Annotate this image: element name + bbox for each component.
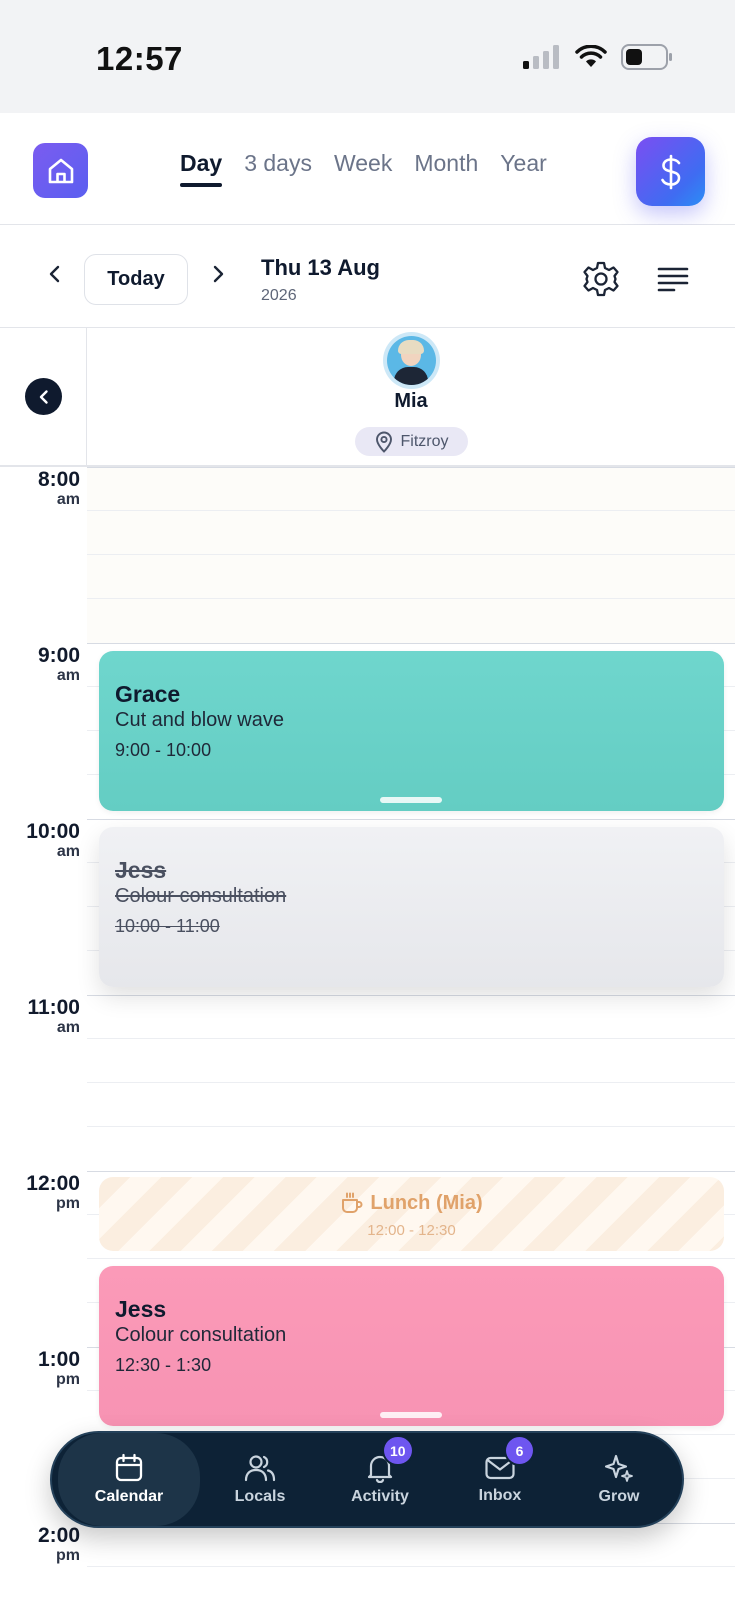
today-button[interactable]: Today <box>84 254 188 305</box>
time-label-8am: 8:00 am <box>37 468 80 508</box>
users-icon <box>244 1455 276 1482</box>
time-label-10am: 10:00 am <box>26 820 80 860</box>
appointment-time: 10:00 - 11:00 <box>115 916 220 936</box>
filter-button[interactable] <box>656 265 690 298</box>
home-icon <box>48 158 73 183</box>
status-bar: 12:57 <box>0 0 735 113</box>
time-label-9am: 9:00 am <box>37 644 80 684</box>
next-day-button[interactable] <box>203 259 233 289</box>
list-icon <box>657 267 689 292</box>
time-label-11am: 11:00 am <box>27 996 80 1036</box>
cancelled-appointment-card[interactable]: Jess Colour consultation 10:00 - 11:00 <box>99 827 724 987</box>
inbox-count-badge: 6 <box>506 1437 533 1464</box>
location-pin-icon <box>375 431 392 453</box>
appointment-card[interactable]: Jess Colour consultation 12:30 - 1:30 <box>99 1266 724 1426</box>
previous-day-button[interactable] <box>40 259 70 289</box>
current-date[interactable]: Thu 13 Aug <box>261 255 380 281</box>
appointment-client: Jess <box>115 857 167 883</box>
nav-inbox[interactable]: Inbox 6 <box>442 1433 558 1526</box>
appointment-service: Colour consultation <box>115 1324 287 1346</box>
status-time: 12:57 <box>96 40 183 77</box>
appointment-time: 12:30 - 1:30 <box>115 1355 212 1375</box>
appointment-service: Colour consultation <box>115 885 287 907</box>
staff-name: Mia <box>394 390 428 412</box>
view-tabs: Day 3 days Week Month Year <box>180 150 547 187</box>
time-label-12pm: 12:00 pm <box>26 1172 80 1212</box>
appointment-client: Jess <box>115 1296 167 1322</box>
appointment-card[interactable]: Grace Cut and blow wave 9:00 - 10:00 <box>99 651 724 811</box>
dollar-icon <box>660 154 680 189</box>
nav-grow[interactable]: Grow <box>560 1433 678 1526</box>
view-tab-bar: Day 3 days Week Month Year <box>0 113 735 225</box>
time-label-1pm: 1:00 pm <box>37 1348 80 1388</box>
location-chip[interactable]: Fitzroy <box>355 427 468 456</box>
checkout-button[interactable] <box>636 137 705 206</box>
wifi-icon <box>575 45 607 67</box>
nav-activity[interactable]: Activity 10 <box>320 1433 440 1526</box>
current-year: 2026 <box>261 287 297 304</box>
chevron-left-icon <box>49 265 60 283</box>
break-time: 12:00 - 12:30 <box>367 1222 456 1239</box>
bottom-navigation: Calendar Locals Activity 10 Inbox 6 Grow <box>50 1431 684 1528</box>
settings-button[interactable] <box>582 260 620 303</box>
time-label-2pm: 2:00 pm <box>37 1524 80 1564</box>
chevron-right-icon <box>213 265 224 283</box>
resize-handle[interactable] <box>380 1412 442 1418</box>
nav-calendar[interactable]: Calendar <box>58 1433 200 1526</box>
calendar-icon <box>115 1453 143 1482</box>
appointment-time: 9:00 - 10:00 <box>115 740 212 760</box>
tab-week[interactable]: Week <box>334 150 392 187</box>
tab-month[interactable]: Month <box>414 150 478 187</box>
sparkle-icon <box>604 1454 633 1482</box>
break-title: Lunch (Mia) <box>340 1191 483 1215</box>
tab-year[interactable]: Year <box>500 150 546 187</box>
date-bar: Today Thu 13 Aug 2026 <box>0 225 735 328</box>
appointment-client: Grace <box>115 681 181 707</box>
tab-day[interactable]: Day <box>180 150 223 187</box>
battery-icon <box>621 44 672 70</box>
before-hours-area <box>87 467 735 643</box>
appointment-service: Cut and blow wave <box>115 709 284 731</box>
gear-icon <box>583 261 619 297</box>
resize-handle[interactable] <box>380 797 442 803</box>
tab-3-days[interactable]: 3 days <box>244 150 312 187</box>
avatar[interactable] <box>383 332 440 389</box>
signal-icon <box>523 45 559 69</box>
location-label: Fitzroy <box>400 432 449 450</box>
staff-header: Mia Fitzroy <box>0 328 735 467</box>
home-button[interactable] <box>33 143 88 198</box>
coffee-cup-icon <box>342 1192 363 1213</box>
status-icons <box>523 44 673 70</box>
nav-locals[interactable]: Locals <box>202 1433 318 1526</box>
avatar-image <box>387 336 436 385</box>
lunch-break-block[interactable]: Lunch (Mia) 12:00 - 12:30 <box>99 1177 724 1251</box>
activity-count-badge: 10 <box>384 1437 412 1464</box>
